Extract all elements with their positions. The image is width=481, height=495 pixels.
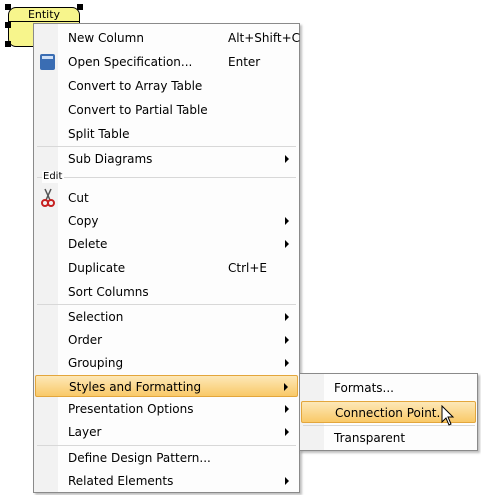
menu-item-define-design-pattern[interactable]: Define Design Pattern... [35,447,298,469]
submenu-item-transparent[interactable]: Transparent [301,427,476,449]
menu-item-label: Formats... [334,381,394,395]
submenu-arrow-icon [285,405,289,413]
menu-item-duplicate[interactable]: Duplicate Ctrl+E [35,257,298,279]
menu-item-split-table[interactable]: Split Table [35,123,298,145]
scissors-icon [41,188,55,207]
submenu-arrow-icon [285,155,289,163]
menu-item-label: Duplicate [68,261,126,275]
menu-item-label: Copy [68,214,99,228]
menu-item-copy[interactable]: Copy [35,210,298,232]
menu-item-label: Grouping [68,356,124,370]
menu-item-selection[interactable]: Selection [35,306,298,328]
menu-separator [37,146,296,147]
entity-title: Entity [8,8,80,22]
menu-item-label: Transparent [334,431,406,445]
menu-item-label: Order [68,333,103,347]
menu-item-label: Sort Columns [68,285,149,299]
menu-item-order[interactable]: Order [35,329,298,351]
submenu-item-formats[interactable]: Formats... [301,377,476,399]
specification-icon [40,54,55,70]
menu-separator [37,304,296,305]
menu-item-label: Delete [68,237,108,251]
menu-item-label: Convert to Array Table [68,79,203,93]
menu-item-sub-diagrams[interactable]: Sub Diagrams [35,148,298,170]
menu-item-label: New Column [68,31,144,45]
menu-item-shortcut: Enter [228,55,261,69]
menu-separator [37,445,296,446]
submenu-arrow-icon [285,359,289,367]
menu-item-label: Define Design Pattern... [68,451,211,465]
menu-item-new-column[interactable]: New Column Alt+Shift+C [35,27,301,49]
submenu-arrow-icon [285,477,289,485]
selection-handle-mid-left[interactable] [5,22,11,28]
submenu-arrow-icon [285,217,289,225]
menu-item-label: Split Table [68,127,130,141]
menu-item-styles-and-formatting[interactable]: Styles and Formatting [35,375,298,397]
menu-item-label: Connection Point... [335,406,448,420]
submenu-arrow-icon [285,428,289,436]
menu-item-presentation-options[interactable]: Presentation Options [35,398,298,420]
menu-item-convert-partial-table[interactable]: Convert to Partial Table [35,99,298,121]
selection-handle-top-right[interactable] [77,4,83,10]
submenu-arrow-icon [285,313,289,321]
menu-item-label: Convert to Partial Table [68,103,208,117]
selection-handle-bottom-left[interactable] [5,41,11,47]
menu-separator [37,177,296,178]
mouse-pointer-icon [441,405,455,426]
menu-item-layer[interactable]: Layer [35,421,298,443]
menu-item-label: Layer [68,425,102,439]
menu-item-delete[interactable]: Delete [35,233,298,255]
menu-item-label: Presentation Options [68,402,194,416]
menu-item-grouping[interactable]: Grouping [35,352,298,374]
submenu-arrow-icon [285,240,289,248]
menu-item-convert-array-table[interactable]: Convert to Array Table [35,75,298,97]
submenu-arrow-icon [284,383,288,391]
menu-item-label: Related Elements [68,474,174,488]
menu-item-cut[interactable]: Cut [35,187,298,209]
menu-item-label: Open Specification... [68,55,193,69]
menu-item-sort-columns[interactable]: Sort Columns [35,281,298,303]
menu-item-label: Selection [68,310,124,324]
menu-item-open-specification[interactable]: Open Specification... Enter [35,51,298,73]
menu-item-label: Sub Diagrams [68,152,153,166]
menu-item-label: Cut [68,191,89,205]
menu-item-shortcut: Ctrl+E [228,261,267,275]
menu-group-label-edit: Edit [42,171,65,183]
submenu-arrow-icon [285,336,289,344]
selection-handle-top-left[interactable] [5,4,11,10]
menu-item-label: Styles and Formatting [69,380,202,394]
menu-item-related-elements[interactable]: Related Elements [35,470,298,492]
menu-item-shortcut: Alt+Shift+C [228,31,301,45]
context-menu: New Column Alt+Shift+C Open Specificatio… [33,23,300,493]
